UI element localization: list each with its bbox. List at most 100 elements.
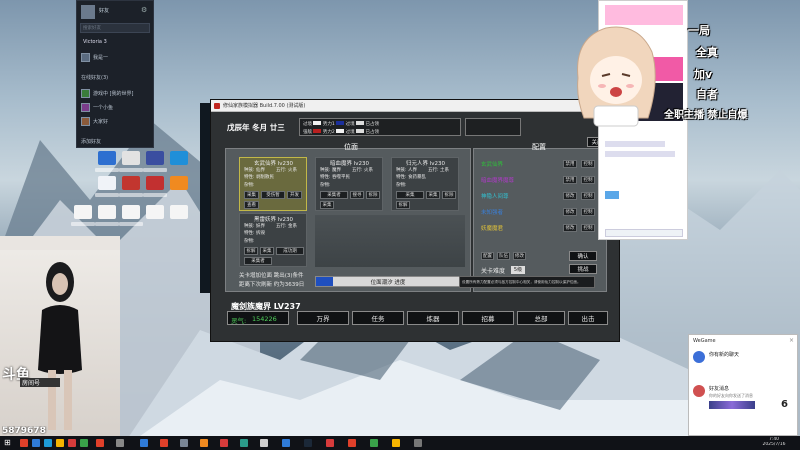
app-icon[interactable] (122, 151, 140, 165)
tab-config[interactable]: 配置 (524, 142, 554, 152)
file-icon[interactable] (74, 205, 92, 219)
taskbar-app-icon[interactable] (44, 439, 52, 447)
taskbar-app-icon[interactable] (348, 439, 356, 447)
realm-action-button[interactable]: 查看 (244, 201, 259, 209)
taskbar-app-icon[interactable] (414, 439, 422, 447)
streamer-silhouette (38, 262, 82, 430)
app-icon[interactable] (146, 176, 164, 190)
taskbar-app-icon[interactable] (304, 439, 312, 447)
file-icon[interactable] (122, 205, 140, 219)
taskbar-app-icon[interactable] (282, 439, 290, 447)
taskbar-app-icon[interactable] (80, 439, 88, 447)
friend-item[interactable]: 游戏中 [我的世界] (81, 87, 134, 99)
realm-action-button[interactable]: 采集 (320, 201, 334, 209)
friend-search-input[interactable]: 搜索好友 (83, 25, 143, 31)
taskbar-app-icon[interactable] (220, 439, 228, 447)
taskbar-app-icon[interactable] (68, 439, 76, 447)
add-friend-button[interactable]: 添加好友 (81, 135, 101, 147)
steam-friends-window[interactable]: 好友 ⚙ 搜索好友 Victoria 3 我是一 在线好友(3) 游戏中 [我的… (76, 0, 154, 148)
friend-item[interactable]: 一个小鱼 (81, 101, 113, 113)
file-icon[interactable] (170, 205, 188, 219)
taskbar-app-icon[interactable] (370, 439, 378, 447)
faction-control-button[interactable]: 控制 (581, 224, 595, 232)
taskbar-app-icon[interactable] (20, 439, 28, 447)
realm-card[interactable]: 黑雷妖界 lv230 种族: 妖界 五行: 金系 特性: 拆毁 杂物: 拆解 采… (239, 213, 307, 267)
realm-action-button[interactable]: 受伤暂 (261, 191, 285, 199)
nav-forge-button[interactable]: 炼器 (407, 311, 459, 325)
faction-toggle-button[interactable]: 禁用 (563, 160, 577, 168)
taskbar-app-icon[interactable] (240, 439, 248, 447)
file-icon[interactable] (146, 205, 164, 219)
windows-start-icon[interactable]: ⊞ (4, 439, 12, 447)
overlay-text: 一局 (688, 24, 710, 37)
friend-item[interactable]: 我是一 (81, 51, 108, 63)
difficulty-input[interactable]: 5级 (511, 266, 525, 274)
file-icon[interactable] (98, 205, 116, 219)
faction-control-button[interactable]: 控制 (581, 208, 595, 216)
steam-title: 好友 (99, 8, 110, 14)
realm-action-button[interactable]: 成功期 (276, 247, 304, 255)
faction-control-button[interactable]: 控制 (581, 160, 595, 168)
faction-control-button[interactable]: 控制 (581, 176, 595, 184)
taskbar-app-icon[interactable] (96, 439, 104, 447)
realm-card[interactable]: 归元人界 lv230 种族: 人界 五行: 土系 特性: 食药暴乱 杂物: 采集… (391, 157, 459, 211)
faction-toggle-button[interactable]: 修改 (563, 192, 577, 200)
wegame-notification[interactable]: WeGame × 你有新的聊天 好友消息 你的好友向你发送了消息 6 (688, 334, 798, 436)
realm-action-button[interactable]: 采集 (260, 247, 274, 255)
faction-toggle-button[interactable]: 禁用 (563, 176, 577, 184)
realm-card-selected[interactable]: 玄武仙界 lv230 种族: 仙界 五行: 火系 特性: 剥削散民 杂物: 采集… (239, 157, 307, 211)
faction-toggle-button[interactable]: 修改 (563, 208, 577, 216)
overlay-text: 全职主播 禁止自爆 (664, 110, 748, 121)
app-icon[interactable] (98, 151, 116, 165)
realm-action-button[interactable]: 拆除 (442, 191, 456, 199)
app-icon[interactable] (146, 151, 164, 165)
game-titlebar[interactable]: 修仙家族模拟器 Build.7.00 (测试版) (211, 100, 621, 112)
realm-action-button[interactable]: 拆解 (244, 247, 258, 255)
realm-action-button[interactable]: 采集 (396, 191, 424, 199)
close-icon[interactable]: × (789, 337, 795, 344)
nav-hq-button[interactable]: 总部 (517, 311, 565, 325)
nav-mission-button[interactable]: 任务 (352, 311, 404, 325)
taskbar-app-icon[interactable] (32, 439, 40, 447)
team-button[interactable]: 队伍 (497, 252, 510, 260)
taskbar-app-icon[interactable] (116, 439, 124, 447)
realm-action-button[interactable]: 采集者 (244, 257, 272, 265)
taskbar-app-icon[interactable] (200, 439, 208, 447)
taskbar-app-icon[interactable] (180, 439, 188, 447)
taskbar-app-icon[interactable] (326, 439, 334, 447)
nav-world-button[interactable]: 万界 (297, 311, 349, 325)
challenge-button[interactable]: 挑战 (569, 264, 597, 274)
realm-action-button[interactable]: 拆除 (366, 191, 380, 199)
app-icon[interactable] (170, 151, 188, 165)
realm-card[interactable]: 暗血魔界 lv230 种族: 魔界 五行: 火系 特性: 吞噬平民 杂物: 采集… (315, 157, 383, 211)
friend-group[interactable]: 在线好友(3) (81, 71, 108, 83)
faction-toggle-button[interactable]: 修改 (563, 224, 577, 232)
taskbar-app-icon[interactable] (260, 439, 268, 447)
system-clock[interactable]: 7:40 2025/7/16 (752, 437, 796, 449)
profile-avatar[interactable] (81, 5, 95, 19)
tab-realm[interactable]: 位面 (336, 142, 366, 152)
app-icon[interactable] (170, 176, 188, 190)
taskbar-app-icon[interactable] (56, 439, 64, 447)
faction-control-button[interactable]: 控制 (581, 192, 595, 200)
app-icon[interactable] (122, 176, 140, 190)
taskbar-app-icon[interactable] (392, 439, 400, 447)
game-window[interactable]: 修仙家族模拟器 Build.7.00 (测试版) 戊辰年 冬月 廿三 过境 势力… (210, 99, 621, 342)
nav-attack-button[interactable]: 出击 (568, 311, 608, 325)
config-button[interactable]: 配置 (481, 252, 494, 260)
taskbar-app-icon[interactable] (140, 439, 148, 447)
realm-action-button[interactable]: 采集 (244, 191, 259, 199)
window-title: 修仙家族模拟器 Build.7.00 (测试版) (223, 103, 306, 109)
friend-item[interactable]: 大家好 (81, 115, 108, 127)
realm-action-button[interactable]: 搜寻 (350, 191, 364, 199)
realm-action-button[interactable]: 采集 (426, 191, 440, 199)
modify-button[interactable]: 修改 (513, 252, 526, 260)
realm-action-button[interactable]: 采集者 (320, 191, 348, 199)
realm-action-button[interactable]: 拆解 (396, 201, 410, 209)
realm-action-button[interactable]: 开发 (287, 191, 302, 199)
app-icon[interactable] (98, 176, 116, 190)
gear-icon[interactable]: ⚙ (141, 6, 149, 14)
taskbar-app-icon[interactable] (160, 439, 168, 447)
confirm-button[interactable]: 确认 (569, 251, 597, 261)
nav-recruit-button[interactable]: 招募 (462, 311, 514, 325)
